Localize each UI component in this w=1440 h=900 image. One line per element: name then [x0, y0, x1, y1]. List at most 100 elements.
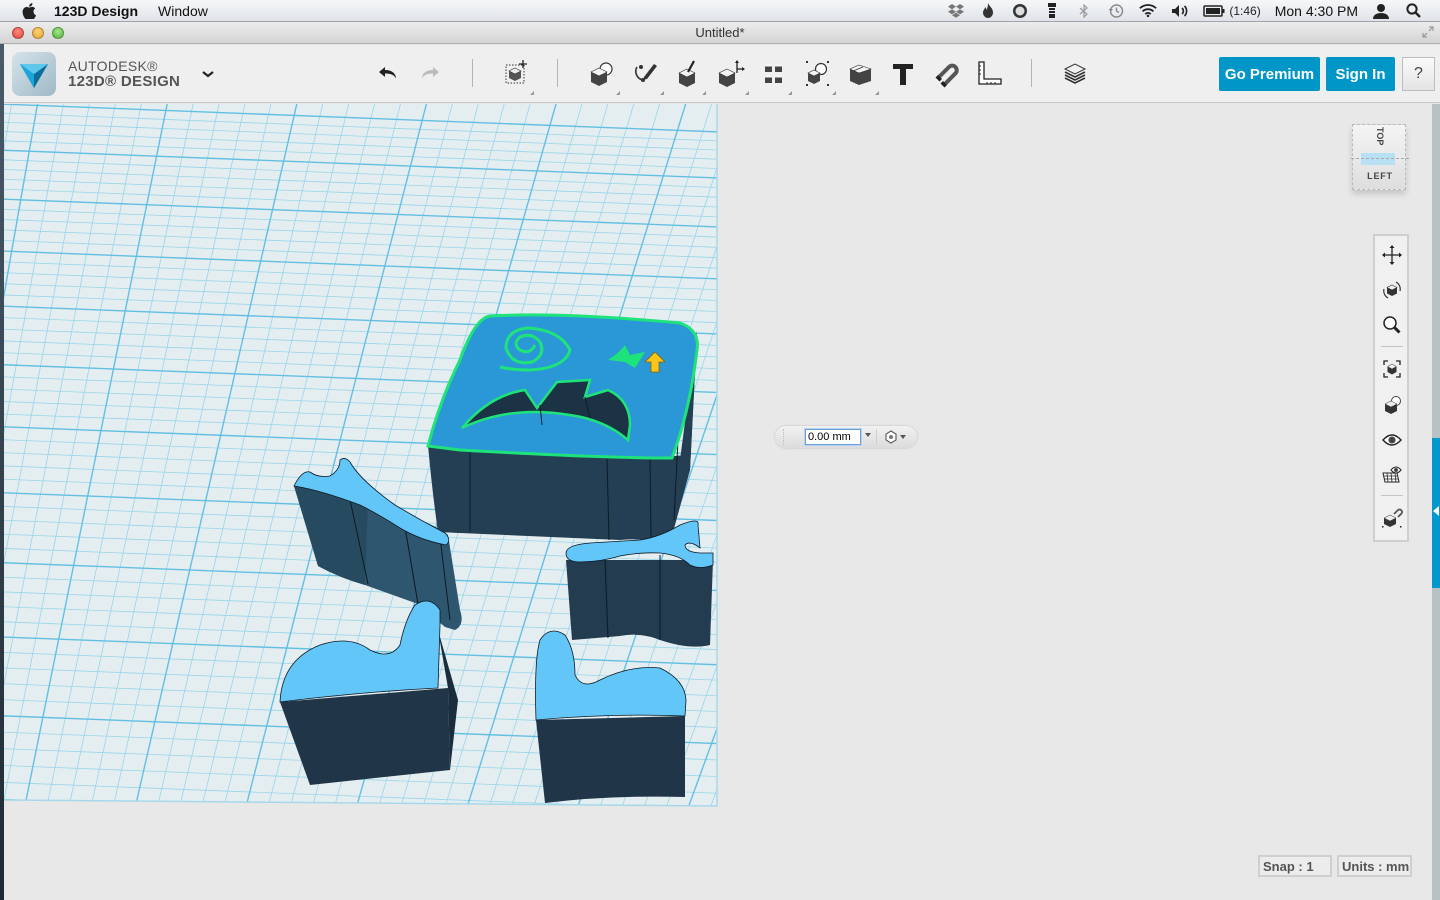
- transform-button[interactable]: [500, 57, 534, 95]
- volume-icon[interactable]: [1171, 3, 1189, 19]
- snap-magnet-icon: [935, 63, 959, 88]
- orbit-button[interactable]: [1379, 277, 1405, 303]
- navbar-divider: [1381, 346, 1403, 347]
- modify-icon: [718, 60, 745, 87]
- snap-button[interactable]: [930, 57, 962, 89]
- views-button[interactable]: [1379, 392, 1405, 418]
- view-cube-top-face[interactable]: TOP: [1375, 127, 1385, 145]
- flame-icon[interactable]: [979, 3, 997, 19]
- orbit-icon: [1383, 281, 1401, 299]
- pan-button[interactable]: [1379, 242, 1405, 268]
- toolbar-divider: [557, 59, 558, 87]
- eye-icon: [1382, 434, 1402, 446]
- mac-menubar: 123D Design Window (1:46) Mon 4:30 PM: [0, 0, 1440, 22]
- text-button[interactable]: [887, 57, 919, 89]
- primitives-button[interactable]: [586, 57, 620, 95]
- undo-icon: [379, 67, 396, 79]
- dimension-value-input[interactable]: [805, 429, 861, 445]
- menu-app-name[interactable]: 123D Design: [54, 3, 138, 19]
- help-button[interactable]: ?: [1402, 57, 1435, 91]
- menu-window[interactable]: Window: [158, 3, 208, 19]
- material-layers-icon: [1063, 63, 1087, 84]
- view-cube-left-face[interactable]: LEFT: [1353, 171, 1407, 181]
- zoom-button[interactable]: [1379, 312, 1405, 338]
- combine-button[interactable]: [845, 57, 879, 95]
- dimension-input-widget: [775, 426, 917, 448]
- fit-button[interactable]: [1379, 356, 1405, 382]
- window-titlebar: Untitled*: [0, 22, 1440, 44]
- snap-magnet-cube-icon: [1382, 508, 1403, 528]
- text-icon: [893, 64, 913, 85]
- view-cube[interactable]: TOP LEFT: [1351, 124, 1409, 190]
- material-button[interactable]: [1059, 57, 1091, 89]
- left-window-edge: [0, 44, 4, 900]
- settings-dropdown-button[interactable]: [883, 429, 909, 445]
- battery-icon[interactable]: [1203, 3, 1225, 19]
- grid-line: [679, 104, 717, 806]
- drag-grip-handle[interactable]: [783, 429, 787, 445]
- bluetooth-icon[interactable]: [1075, 3, 1093, 19]
- transform-icon: [505, 60, 527, 84]
- toolbar-divider: [1031, 59, 1032, 87]
- fullscreen-icon[interactable]: [1422, 26, 1434, 41]
- user-icon[interactable]: [1372, 3, 1390, 19]
- combine-icon: [849, 64, 872, 85]
- scene-3d[interactable]: [0, 104, 1432, 900]
- pattern-icon: [765, 64, 782, 83]
- grid-line: [724, 104, 1002, 830]
- app-logo[interactable]: [12, 52, 56, 96]
- grid-line: [701, 104, 717, 806]
- dropbox-icon[interactable]: [947, 3, 965, 19]
- sketch-icon: [635, 64, 657, 82]
- brand-autodesk: AUTODESK®: [68, 58, 158, 74]
- grouping-button[interactable]: [802, 57, 836, 95]
- spotlight-search-icon[interactable]: [1404, 3, 1422, 19]
- viewport-canvas[interactable]: Snap : 1 Units : mm: [0, 104, 1432, 900]
- grid-line: [878, 104, 1184, 830]
- widget-divider: [876, 429, 877, 445]
- battery-time: (1:46): [1229, 3, 1261, 18]
- pattern-button[interactable]: [758, 57, 792, 95]
- main-toolbar: AUTODESK® 123D® DESIGN Go Premium Sign I…: [0, 45, 1440, 103]
- go-premium-button[interactable]: Go Premium: [1219, 57, 1320, 91]
- gauge-icon[interactable]: [1011, 3, 1029, 19]
- sign-in-button[interactable]: Sign In: [1326, 57, 1395, 91]
- measure-button[interactable]: [973, 57, 1005, 89]
- snap-status[interactable]: Snap : 1: [1258, 855, 1332, 877]
- flashlight-icon[interactable]: [1043, 2, 1061, 19]
- measure-ruler-icon: [978, 61, 1002, 85]
- primitives-icon: [590, 62, 613, 86]
- brand-name: AUTODESK® 123D® DESIGN: [68, 58, 180, 90]
- selected-solid[interactable]: [426, 313, 699, 541]
- hex-settings-icon: [885, 430, 906, 444]
- construct-button[interactable]: [672, 57, 706, 95]
- time-machine-icon[interactable]: [1107, 3, 1125, 19]
- materials-outlines-button[interactable]: [1379, 461, 1405, 487]
- zoom-magnifier-icon: [1383, 316, 1401, 334]
- view-cube-edge: [1351, 158, 1409, 159]
- navbar-divider: [1381, 495, 1403, 496]
- grid-line: [746, 104, 1028, 830]
- brand-product: 123D® DESIGN: [68, 73, 181, 90]
- navigation-bar: [1373, 234, 1409, 542]
- apple-menu-icon[interactable]: [20, 2, 38, 19]
- grid-line: [834, 104, 1132, 830]
- expand-panel-tab[interactable]: [1432, 438, 1440, 588]
- redo-button[interactable]: [414, 57, 446, 89]
- modify-button[interactable]: [715, 57, 749, 95]
- grid-line: [856, 104, 1158, 830]
- snap-tool-button[interactable]: [1379, 504, 1405, 530]
- undo-button[interactable]: [372, 57, 404, 89]
- fit-to-view-icon: [1383, 360, 1401, 378]
- wifi-icon[interactable]: [1139, 3, 1158, 19]
- grid-line: [0, 817, 720, 845]
- visibility-button[interactable]: [1379, 427, 1405, 453]
- menubar-clock[interactable]: Mon 4:30 PM: [1275, 3, 1358, 19]
- app-menu-chevron-icon[interactable]: [200, 67, 216, 81]
- window-title: Untitled*: [695, 25, 745, 40]
- unit-dropdown-icon[interactable]: [865, 433, 871, 437]
- pan-icon: [1382, 245, 1402, 265]
- grid-line: [812, 104, 1106, 830]
- sketch-button[interactable]: [630, 57, 664, 95]
- units-status[interactable]: Units : mm: [1337, 855, 1412, 877]
